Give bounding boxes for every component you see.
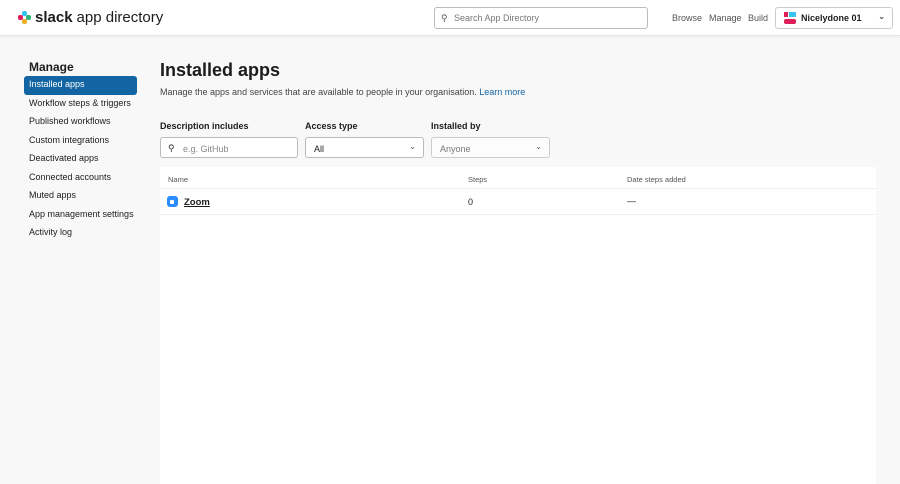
learn-more-link[interactable]: Learn more <box>479 87 525 97</box>
zoom-app-icon <box>167 196 178 207</box>
chevron-down-icon: ⌄ <box>535 142 542 151</box>
search-icon: ⚲ <box>441 13 448 23</box>
sidebar-item-installed-apps[interactable]: Installed apps <box>24 76 137 95</box>
sidebar-item-deactivated-apps[interactable]: Deactivated apps <box>24 150 137 169</box>
sidebar: Manage Installed apps Workflow steps & t… <box>24 60 137 243</box>
description-filter-input[interactable]: ⚲ e.g. GitHub <box>160 137 298 158</box>
main-header: Installed apps Manage the apps and servi… <box>160 60 525 97</box>
workspace-switcher[interactable]: Nicelydone 01 ⌄ <box>775 7 893 29</box>
access-type-select[interactable]: All ⌄ <box>305 137 424 158</box>
sidebar-item-workflow-steps[interactable]: Workflow steps & triggers <box>24 95 137 114</box>
sidebar-item-activity-log[interactable]: Activity log <box>24 224 137 243</box>
sidebar-item-app-management-settings[interactable]: App management settings <box>24 206 137 225</box>
app-name-link[interactable]: Zoom <box>184 197 210 208</box>
chevron-down-icon: ⌄ <box>878 12 885 21</box>
nav-build[interactable]: Build <box>748 13 768 23</box>
installed-apps-table: Name Steps Date steps added Zoom 0 — <box>160 167 876 484</box>
top-bar: slack app directory ⚲ Search App Directory… <box>0 0 900 36</box>
chevron-down-icon: ⌄ <box>409 142 416 151</box>
slack-logo[interactable]: slack app directory <box>18 9 163 26</box>
page-title: Installed apps <box>160 60 281 80</box>
nav-manage[interactable]: Manage <box>709 13 742 23</box>
sidebar-item-connected-accounts[interactable]: Connected accounts <box>24 169 137 188</box>
workspace-avatar <box>784 12 796 24</box>
sidebar-item-muted-apps[interactable]: Muted apps <box>24 187 137 206</box>
table-row[interactable]: Zoom 0 — <box>160 188 876 215</box>
page-subtitle: Manage the apps and services that are av… <box>160 87 526 97</box>
search-icon: ⚲ <box>168 143 175 153</box>
search-input[interactable]: ⚲ Search App Directory <box>434 7 648 29</box>
nav-browse[interactable]: Browse <box>672 13 702 23</box>
slack-logo-icon <box>18 11 31 24</box>
sidebar-item-published-workflows[interactable]: Published workflows <box>24 113 137 132</box>
sidebar-item-custom-integrations[interactable]: Custom integrations <box>24 132 137 151</box>
installed-by-select[interactable]: Anyone ⌄ <box>431 137 550 158</box>
